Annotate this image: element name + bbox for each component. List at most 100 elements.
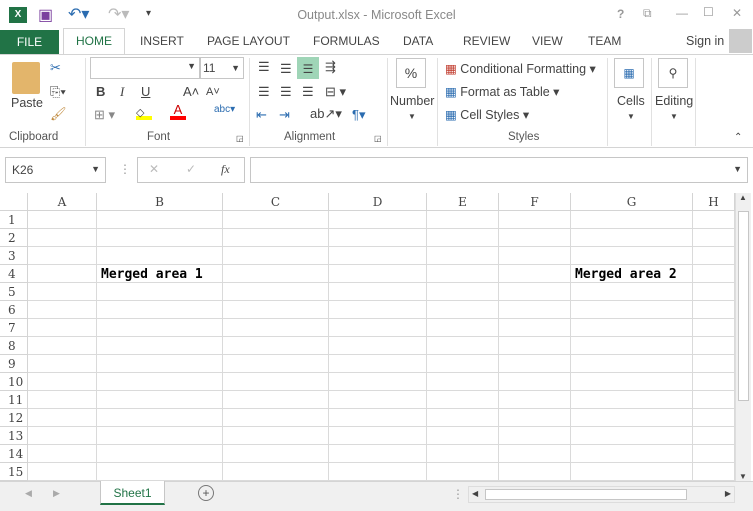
horizontal-scroll-thumb[interactable] <box>485 489 687 500</box>
sign-in-link[interactable]: Sign in <box>682 30 728 54</box>
cells-icon[interactable]: ▦ <box>614 58 644 88</box>
row-header-8[interactable]: 8 <box>0 337 28 355</box>
cell-H15[interactable] <box>693 463 735 481</box>
column-header-H[interactable]: H <box>693 193 735 211</box>
cell-E15[interactable] <box>427 463 499 481</box>
cell-E11[interactable] <box>427 391 499 409</box>
format-as-table-button[interactable]: ▦ Format as Table ▾ <box>445 84 559 99</box>
select-all-corner[interactable] <box>0 193 28 211</box>
cell-H11[interactable] <box>693 391 735 409</box>
cell-B5[interactable] <box>97 283 223 301</box>
vertical-scrollbar[interactable]: ▲ ▼ <box>735 193 751 481</box>
cell-B3[interactable] <box>97 247 223 265</box>
cell-D13[interactable] <box>329 427 427 445</box>
cell-A14[interactable] <box>28 445 97 463</box>
row-header-7[interactable]: 7 <box>0 319 28 337</box>
cell-H14[interactable] <box>693 445 735 463</box>
phonetic-icon[interactable]: abc▾ <box>214 104 235 115</box>
cell-B13[interactable] <box>97 427 223 445</box>
cell-H1[interactable] <box>693 211 735 229</box>
cell-D4[interactable] <box>329 265 427 283</box>
cell-F2[interactable] <box>499 229 571 247</box>
cell-B9[interactable] <box>97 355 223 373</box>
cell-D5[interactable] <box>329 283 427 301</box>
cell-G6[interactable] <box>571 301 693 319</box>
decrease-indent-icon[interactable]: ⇤ <box>256 107 267 123</box>
cell-A3[interactable] <box>28 247 97 265</box>
conditional-formatting-button[interactable]: ▦ Conditional Formatting ▾ <box>445 61 596 76</box>
fill-color-icon[interactable]: ◇ <box>136 106 152 120</box>
cell-C14[interactable] <box>223 445 329 463</box>
cell-G9[interactable] <box>571 355 693 373</box>
cell-E10[interactable] <box>427 373 499 391</box>
cell-H7[interactable] <box>693 319 735 337</box>
underline-button[interactable]: U <box>141 84 150 99</box>
cell-F7[interactable] <box>499 319 571 337</box>
cell-E2[interactable] <box>427 229 499 247</box>
cell-B7[interactable] <box>97 319 223 337</box>
cell-G14[interactable] <box>571 445 693 463</box>
cell-G11[interactable] <box>571 391 693 409</box>
column-header-A[interactable]: A <box>28 193 97 211</box>
row-header-4[interactable]: 4 <box>0 265 28 283</box>
cell-D15[interactable] <box>329 463 427 481</box>
horizontal-scrollbar[interactable]: ◀ ▶ <box>468 486 735 503</box>
cell-E1[interactable] <box>427 211 499 229</box>
cell-A4[interactable] <box>28 265 97 283</box>
font-size-select[interactable]: 11 ▼ <box>200 57 244 79</box>
cell-C8[interactable] <box>223 337 329 355</box>
wrap-text-icon[interactable]: ⇶ <box>325 59 336 75</box>
cell-A6[interactable] <box>28 301 97 319</box>
cancel-icon[interactable]: ✕ <box>149 162 159 176</box>
cell-G1[interactable] <box>571 211 693 229</box>
cell-H13[interactable] <box>693 427 735 445</box>
row-header-12[interactable]: 12 <box>0 409 28 427</box>
middle-align-icon[interactable]: ☰ <box>280 61 292 77</box>
font-dialog-launcher-icon[interactable]: ◲ <box>236 134 244 143</box>
format-painter-icon[interactable]: 🖌 <box>50 106 67 122</box>
cell-C3[interactable] <box>223 247 329 265</box>
cell-A7[interactable] <box>28 319 97 337</box>
cell-D8[interactable] <box>329 337 427 355</box>
cell-D9[interactable] <box>329 355 427 373</box>
cell-C13[interactable] <box>223 427 329 445</box>
name-box[interactable]: K26 ▼ <box>5 157 106 183</box>
cell-F10[interactable] <box>499 373 571 391</box>
tab-page-layout[interactable]: PAGE LAYOUT <box>203 30 294 54</box>
cell-B2[interactable] <box>97 229 223 247</box>
cell-D7[interactable] <box>329 319 427 337</box>
cell-B12[interactable] <box>97 409 223 427</box>
column-header-C[interactable]: C <box>223 193 329 211</box>
font-color-icon[interactable]: A <box>170 103 186 120</box>
cell-G2[interactable] <box>571 229 693 247</box>
enter-icon[interactable]: ✓ <box>186 162 196 176</box>
cells-button[interactable]: Cells <box>617 94 645 108</box>
decrease-font-icon[interactable]: A˅ <box>206 86 220 98</box>
cell-E14[interactable] <box>427 445 499 463</box>
column-header-G[interactable]: G <box>571 193 693 211</box>
column-header-E[interactable]: E <box>427 193 499 211</box>
cell-C5[interactable] <box>223 283 329 301</box>
column-header-D[interactable]: D <box>329 193 427 211</box>
cell-G13[interactable] <box>571 427 693 445</box>
cell-G15[interactable] <box>571 463 693 481</box>
tab-insert[interactable]: INSERT <box>136 30 188 54</box>
cell-G10[interactable] <box>571 373 693 391</box>
close-button[interactable]: ✕ <box>732 6 742 20</box>
row-header-15[interactable]: 15 <box>0 463 28 481</box>
cell-E5[interactable] <box>427 283 499 301</box>
cell-D12[interactable] <box>329 409 427 427</box>
tab-file[interactable]: FILE <box>0 30 59 54</box>
cell-E3[interactable] <box>427 247 499 265</box>
cell-H6[interactable] <box>693 301 735 319</box>
cell-E12[interactable] <box>427 409 499 427</box>
cell-H2[interactable] <box>693 229 735 247</box>
cell-A9[interactable] <box>28 355 97 373</box>
cell-H3[interactable] <box>693 247 735 265</box>
row-header-14[interactable]: 14 <box>0 445 28 463</box>
cell-D3[interactable] <box>329 247 427 265</box>
align-left-icon[interactable]: ☰ <box>258 84 270 100</box>
cell-H10[interactable] <box>693 373 735 391</box>
sheet-tab-sheet1[interactable]: Sheet1 <box>100 481 165 505</box>
tab-formulas[interactable]: FORMULAS <box>309 30 384 54</box>
